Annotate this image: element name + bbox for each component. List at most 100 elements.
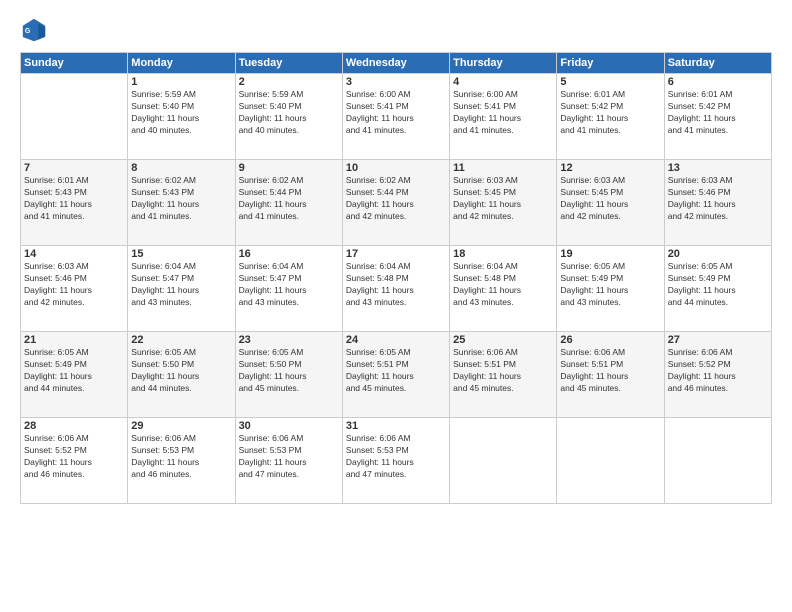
calendar-day-cell: 20Sunrise: 6:05 AM Sunset: 5:49 PM Dayli… (664, 246, 771, 332)
day-number: 20 (668, 248, 768, 260)
calendar-day-cell (664, 418, 771, 504)
calendar-day-cell: 9Sunrise: 6:02 AM Sunset: 5:44 PM Daylig… (235, 160, 342, 246)
day-number: 18 (453, 248, 553, 260)
calendar-day-cell (557, 418, 664, 504)
weekday-header: Thursday (450, 53, 557, 74)
day-number: 21 (24, 334, 124, 346)
day-number: 13 (668, 162, 768, 174)
calendar-day-cell: 6Sunrise: 6:01 AM Sunset: 5:42 PM Daylig… (664, 74, 771, 160)
day-number: 12 (560, 162, 660, 174)
calendar-day-cell: 31Sunrise: 6:06 AM Sunset: 5:53 PM Dayli… (342, 418, 449, 504)
day-info: Sunrise: 6:00 AM Sunset: 5:41 PM Dayligh… (453, 89, 553, 137)
calendar-week-row: 21Sunrise: 6:05 AM Sunset: 5:49 PM Dayli… (21, 332, 772, 418)
calendar-day-cell: 25Sunrise: 6:06 AM Sunset: 5:51 PM Dayli… (450, 332, 557, 418)
calendar-day-cell: 11Sunrise: 6:03 AM Sunset: 5:45 PM Dayli… (450, 160, 557, 246)
day-info: Sunrise: 6:06 AM Sunset: 5:51 PM Dayligh… (560, 347, 660, 395)
header: G (20, 16, 772, 44)
calendar-day-cell: 1Sunrise: 5:59 AM Sunset: 5:40 PM Daylig… (128, 74, 235, 160)
day-info: Sunrise: 6:03 AM Sunset: 5:46 PM Dayligh… (24, 261, 124, 309)
calendar-day-cell: 28Sunrise: 6:06 AM Sunset: 5:52 PM Dayli… (21, 418, 128, 504)
day-number: 28 (24, 420, 124, 432)
day-info: Sunrise: 6:05 AM Sunset: 5:50 PM Dayligh… (131, 347, 231, 395)
day-info: Sunrise: 6:06 AM Sunset: 5:53 PM Dayligh… (346, 433, 446, 481)
calendar-day-cell: 2Sunrise: 5:59 AM Sunset: 5:40 PM Daylig… (235, 74, 342, 160)
calendar-table: SundayMondayTuesdayWednesdayThursdayFrid… (20, 52, 772, 504)
day-info: Sunrise: 6:04 AM Sunset: 5:48 PM Dayligh… (453, 261, 553, 309)
day-info: Sunrise: 6:05 AM Sunset: 5:49 PM Dayligh… (24, 347, 124, 395)
weekday-header: Tuesday (235, 53, 342, 74)
weekday-header: Sunday (21, 53, 128, 74)
calendar-week-row: 1Sunrise: 5:59 AM Sunset: 5:40 PM Daylig… (21, 74, 772, 160)
day-info: Sunrise: 6:02 AM Sunset: 5:44 PM Dayligh… (346, 175, 446, 223)
calendar-day-cell: 14Sunrise: 6:03 AM Sunset: 5:46 PM Dayli… (21, 246, 128, 332)
calendar-day-cell: 19Sunrise: 6:05 AM Sunset: 5:49 PM Dayli… (557, 246, 664, 332)
svg-text:G: G (25, 28, 31, 35)
calendar-day-cell: 29Sunrise: 6:06 AM Sunset: 5:53 PM Dayli… (128, 418, 235, 504)
calendar-day-cell: 4Sunrise: 6:00 AM Sunset: 5:41 PM Daylig… (450, 74, 557, 160)
day-number: 9 (239, 162, 339, 174)
calendar-day-cell: 16Sunrise: 6:04 AM Sunset: 5:47 PM Dayli… (235, 246, 342, 332)
calendar-week-row: 7Sunrise: 6:01 AM Sunset: 5:43 PM Daylig… (21, 160, 772, 246)
day-number: 4 (453, 76, 553, 88)
calendar-day-cell: 26Sunrise: 6:06 AM Sunset: 5:51 PM Dayli… (557, 332, 664, 418)
calendar-day-cell: 13Sunrise: 6:03 AM Sunset: 5:46 PM Dayli… (664, 160, 771, 246)
day-info: Sunrise: 6:06 AM Sunset: 5:53 PM Dayligh… (131, 433, 231, 481)
day-info: Sunrise: 6:05 AM Sunset: 5:51 PM Dayligh… (346, 347, 446, 395)
day-info: Sunrise: 6:04 AM Sunset: 5:48 PM Dayligh… (346, 261, 446, 309)
day-number: 14 (24, 248, 124, 260)
calendar-day-cell: 24Sunrise: 6:05 AM Sunset: 5:51 PM Dayli… (342, 332, 449, 418)
day-number: 8 (131, 162, 231, 174)
day-number: 1 (131, 76, 231, 88)
calendar-week-row: 28Sunrise: 6:06 AM Sunset: 5:52 PM Dayli… (21, 418, 772, 504)
day-info: Sunrise: 6:01 AM Sunset: 5:43 PM Dayligh… (24, 175, 124, 223)
day-number: 16 (239, 248, 339, 260)
day-number: 31 (346, 420, 446, 432)
day-number: 24 (346, 334, 446, 346)
page: G SundayMondayTuesdayWednesdayThursdayFr… (0, 0, 792, 612)
day-info: Sunrise: 6:02 AM Sunset: 5:44 PM Dayligh… (239, 175, 339, 223)
day-number: 15 (131, 248, 231, 260)
calendar-week-row: 14Sunrise: 6:03 AM Sunset: 5:46 PM Dayli… (21, 246, 772, 332)
day-info: Sunrise: 6:05 AM Sunset: 5:49 PM Dayligh… (560, 261, 660, 309)
calendar-day-cell: 5Sunrise: 6:01 AM Sunset: 5:42 PM Daylig… (557, 74, 664, 160)
day-number: 22 (131, 334, 231, 346)
logo-icon: G (20, 16, 48, 44)
day-info: Sunrise: 5:59 AM Sunset: 5:40 PM Dayligh… (131, 89, 231, 137)
calendar-day-cell: 21Sunrise: 6:05 AM Sunset: 5:49 PM Dayli… (21, 332, 128, 418)
day-info: Sunrise: 6:05 AM Sunset: 5:50 PM Dayligh… (239, 347, 339, 395)
day-info: Sunrise: 6:06 AM Sunset: 5:52 PM Dayligh… (668, 347, 768, 395)
day-info: Sunrise: 6:04 AM Sunset: 5:47 PM Dayligh… (131, 261, 231, 309)
day-number: 10 (346, 162, 446, 174)
day-info: Sunrise: 6:03 AM Sunset: 5:45 PM Dayligh… (453, 175, 553, 223)
day-number: 3 (346, 76, 446, 88)
calendar-day-cell (21, 74, 128, 160)
day-info: Sunrise: 6:06 AM Sunset: 5:52 PM Dayligh… (24, 433, 124, 481)
weekday-header: Wednesday (342, 53, 449, 74)
day-number: 27 (668, 334, 768, 346)
calendar-day-cell: 10Sunrise: 6:02 AM Sunset: 5:44 PM Dayli… (342, 160, 449, 246)
day-number: 30 (239, 420, 339, 432)
day-number: 17 (346, 248, 446, 260)
day-number: 25 (453, 334, 553, 346)
logo: G (20, 16, 50, 44)
calendar-day-cell: 18Sunrise: 6:04 AM Sunset: 5:48 PM Dayli… (450, 246, 557, 332)
day-info: Sunrise: 6:04 AM Sunset: 5:47 PM Dayligh… (239, 261, 339, 309)
calendar-day-cell: 7Sunrise: 6:01 AM Sunset: 5:43 PM Daylig… (21, 160, 128, 246)
day-info: Sunrise: 6:03 AM Sunset: 5:46 PM Dayligh… (668, 175, 768, 223)
day-number: 2 (239, 76, 339, 88)
day-info: Sunrise: 6:06 AM Sunset: 5:51 PM Dayligh… (453, 347, 553, 395)
calendar-day-cell: 30Sunrise: 6:06 AM Sunset: 5:53 PM Dayli… (235, 418, 342, 504)
day-info: Sunrise: 6:00 AM Sunset: 5:41 PM Dayligh… (346, 89, 446, 137)
day-info: Sunrise: 6:03 AM Sunset: 5:45 PM Dayligh… (560, 175, 660, 223)
day-number: 6 (668, 76, 768, 88)
day-number: 19 (560, 248, 660, 260)
day-number: 7 (24, 162, 124, 174)
day-number: 11 (453, 162, 553, 174)
calendar-day-cell: 17Sunrise: 6:04 AM Sunset: 5:48 PM Dayli… (342, 246, 449, 332)
day-info: Sunrise: 5:59 AM Sunset: 5:40 PM Dayligh… (239, 89, 339, 137)
calendar-day-cell: 15Sunrise: 6:04 AM Sunset: 5:47 PM Dayli… (128, 246, 235, 332)
day-info: Sunrise: 6:05 AM Sunset: 5:49 PM Dayligh… (668, 261, 768, 309)
weekday-header: Monday (128, 53, 235, 74)
weekday-header-row: SundayMondayTuesdayWednesdayThursdayFrid… (21, 53, 772, 74)
day-info: Sunrise: 6:01 AM Sunset: 5:42 PM Dayligh… (560, 89, 660, 137)
